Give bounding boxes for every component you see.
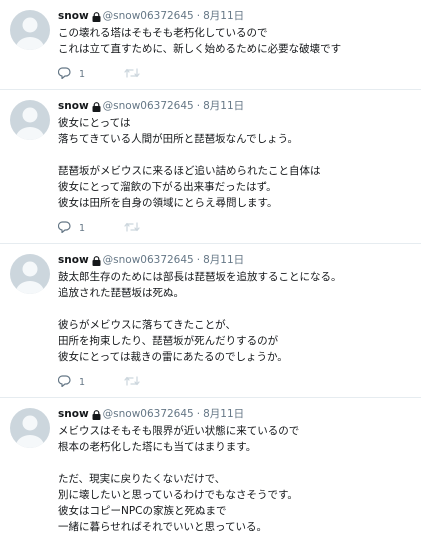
reply-icon (57, 66, 71, 82)
avatar[interactable] (10, 254, 50, 294)
user-handle[interactable]: @snow06372645 (103, 98, 194, 114)
separator-dot: · (196, 254, 201, 266)
user-name[interactable]: snow (58, 8, 89, 24)
separator-dot: · (196, 408, 201, 420)
user-name[interactable]: snow (58, 406, 89, 422)
retweet-button[interactable] (124, 67, 190, 82)
lock-icon (92, 101, 101, 112)
reply-count: 1 (79, 222, 86, 234)
reply-icon (57, 220, 71, 236)
lock-icon (92, 255, 101, 266)
tweet[interactable]: snow @snow06372645 · 8月11日 彼女にとっては 落ちてきて… (0, 90, 421, 244)
lock-icon (92, 11, 101, 22)
tweet-text: 彼女にとっては 落ちてきている人間が田所と琵琶坂なんでしょう。 琵琶坂がメビウス… (58, 117, 321, 209)
tweet-date[interactable]: 8月11日 (203, 98, 244, 114)
retweet-icon (124, 221, 140, 236)
tweet[interactable]: snow @snow06372645 · 8月11日 鼓太郎生存のためには部長は… (0, 244, 421, 398)
tweet-header: snow @snow06372645 · 8月11日 (58, 252, 411, 268)
tweet-date[interactable]: 8月11日 (203, 8, 244, 24)
retweet-button[interactable] (124, 221, 190, 236)
tweet-text: 鼓太郎生存のためには部長は琵琶坂を追放することになる。 追放された琵琶坂は死ぬ。… (58, 271, 342, 363)
retweet-button[interactable] (124, 375, 190, 390)
tweet[interactable]: snow @snow06372645 · 8月11日 この壊れる塔はそもそも老朽… (0, 0, 421, 90)
user-handle[interactable]: @snow06372645 (103, 406, 194, 422)
tweet-header: snow @snow06372645 · 8月11日 (58, 406, 411, 422)
reply-button[interactable]: 1 (57, 66, 124, 82)
avatar[interactable] (10, 408, 50, 448)
avatar[interactable] (10, 10, 50, 50)
retweet-icon (124, 67, 140, 82)
tweet-actions: 1 (57, 216, 411, 240)
user-name[interactable]: snow (58, 98, 89, 114)
reply-icon (57, 374, 71, 390)
tweet-actions: 1 (57, 62, 411, 86)
timeline: snow @snow06372645 · 8月11日 この壊れる塔はそもそも老朽… (0, 0, 421, 539)
separator-dot: · (196, 100, 201, 112)
tweet-text: この壊れる塔はそもそも老朽化しているので これは立て直すために、新しく始めるため… (58, 27, 342, 55)
tweet[interactable]: snow @snow06372645 · 8月11日 メビウスはそもそも限界が近… (0, 398, 421, 539)
retweet-icon (124, 375, 140, 390)
lock-icon (92, 409, 101, 420)
reply-button[interactable]: 1 (57, 374, 124, 390)
tweet-header: snow @snow06372645 · 8月11日 (58, 98, 411, 114)
avatar[interactable] (10, 100, 50, 140)
user-handle[interactable]: @snow06372645 (103, 8, 194, 24)
user-handle[interactable]: @snow06372645 (103, 252, 194, 268)
tweet-date[interactable]: 8月11日 (203, 406, 244, 422)
reply-button[interactable]: 1 (57, 220, 124, 236)
user-name[interactable]: snow (58, 252, 89, 268)
tweet-header: snow @snow06372645 · 8月11日 (58, 8, 411, 24)
separator-dot: · (196, 10, 201, 22)
reply-count: 1 (79, 376, 86, 388)
reply-count: 1 (79, 68, 86, 80)
tweet-date[interactable]: 8月11日 (203, 252, 244, 268)
tweet-actions: 1 (57, 370, 411, 394)
tweet-text: メビウスはそもそも限界が近い状態に来ているので 根本の老朽化した塔にも当てはまり… (58, 425, 300, 533)
